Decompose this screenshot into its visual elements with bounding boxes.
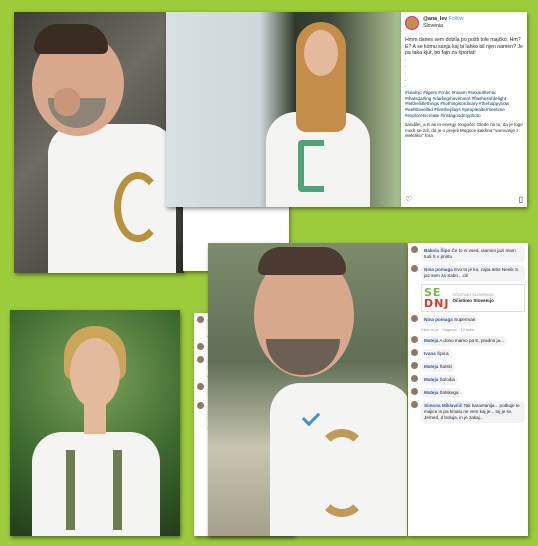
comment-meta: Všeč mi je · Odgovori · 10 tedni <box>421 328 475 332</box>
comment-text: Špica <box>437 351 449 356</box>
follow-button[interactable]: Follow <box>449 16 464 22</box>
avatar <box>197 402 204 409</box>
comment: Bakola Šipo Če to ni vsed, uiamon jazi m… <box>411 246 525 262</box>
comment-bubble: Bakola Šipo Če to ni vsed, uiamon jazi m… <box>421 246 525 262</box>
hair <box>34 24 108 54</box>
commenter-name[interactable]: Bakola Šipo <box>424 248 450 253</box>
comment-bubble: Mateja A dono mamo pa E, pradno ja... <box>421 336 507 346</box>
photo-man-bearded <box>14 12 184 273</box>
comment: Mateja A dono mamo pa E, pradno ja... <box>411 336 525 346</box>
avatar <box>197 343 204 350</box>
shirt-letter <box>66 450 122 530</box>
avatar <box>411 315 418 322</box>
commenter-name[interactable]: Mateja <box>424 364 438 369</box>
avatar <box>411 265 418 272</box>
sedn-letters-bottom: DNJ <box>424 297 450 310</box>
avatar <box>411 401 418 408</box>
shirt-letter <box>298 140 324 192</box>
comment: Simona Miklavčič Tak karantanija... potb… <box>411 401 525 423</box>
comment-text: Superman <box>454 317 476 322</box>
avatar <box>411 375 418 382</box>
comment-text: Šolskega <box>439 390 459 395</box>
ig-hashtags[interactable]: #sealnjc #tigers #cnbc #nixam #sexauthen… <box>405 90 523 119</box>
comment-bubble: Mateja Šolodia <box>421 375 458 385</box>
comment-bubble: Nina pomaga Superman <box>421 315 479 325</box>
commenter-name[interactable]: Nina pomaga <box>424 317 453 322</box>
avatar <box>411 246 418 253</box>
ig-reply: sandilin_a E as in energy mogoče! Glede … <box>405 121 523 139</box>
hair <box>258 247 346 275</box>
comment: Nina pomaga Evo to je ko, zajta tebe Nen… <box>411 265 525 281</box>
comment-text: A dono mamo pa E, pradno ja... <box>439 338 504 343</box>
ig-location[interactable]: Slovenia <box>423 23 464 30</box>
comment-bubble: Simona Miklavčič Tak karantanija... potb… <box>421 401 525 423</box>
face <box>70 338 120 408</box>
comment-bubble: Nina pomaga Evo to je ko, zajta tebe Nen… <box>421 265 525 281</box>
bookmark-icon[interactable]: ▯ <box>519 195 523 204</box>
comment: Nina pomaga Superman <box>411 315 525 325</box>
card-subtitle: Očistimo Slovenijo <box>452 297 494 303</box>
comment: Mateja Šolskega <box>411 388 525 398</box>
shirt-letter <box>318 429 366 517</box>
commenter-name[interactable]: Simona Miklavčič <box>424 403 462 408</box>
avatar <box>197 316 204 323</box>
link-card[interactable]: SE DNJ OČISTIMO SLOVENIJO Očistimo Slove… <box>421 284 525 312</box>
neck <box>84 404 106 434</box>
shirt-letter <box>114 172 162 242</box>
avatar <box>197 383 204 390</box>
hand <box>54 88 80 116</box>
avatar <box>411 388 418 395</box>
commenter-name[interactable]: Ivana <box>424 351 436 356</box>
commenter-name[interactable]: Nina pomaga <box>424 267 453 272</box>
ig-caption: Hmm danes sem dobila po pošti tole majčk… <box>405 37 523 57</box>
sedn-logo: SE DNJ <box>424 287 449 309</box>
ig-avatar[interactable] <box>405 16 419 30</box>
ig-username[interactable]: @ana_lev <box>423 16 447 22</box>
comment: Mateja Šolodia <box>411 375 525 385</box>
avatar <box>411 349 418 356</box>
commenter-name[interactable]: Mateja <box>424 390 438 395</box>
comment: Mateja Šolski <box>411 362 525 372</box>
fb-comments-panel-4: Bakola Šipo Če to ni vsed, uiamon jazi m… <box>408 243 528 536</box>
avatar <box>411 336 418 343</box>
photo-woman-instagram <box>166 12 401 207</box>
photo-woman-short-hair <box>10 310 180 536</box>
avatar <box>411 362 418 369</box>
ig-caption-panel: @ana_lev Follow Slovenia Hmm danes sem d… <box>401 12 527 207</box>
face <box>304 30 338 76</box>
avatar <box>197 356 204 363</box>
comment-bubble: Ivana Špica <box>421 349 452 359</box>
heart-icon[interactable]: ♡ <box>405 195 412 204</box>
ig-action-bar: ♡ ▯ <box>405 195 523 204</box>
comment-text: Šolski <box>439 364 452 369</box>
photo-man-selfie <box>208 243 407 536</box>
beard <box>266 339 340 375</box>
comment: Ivana Špica <box>411 349 525 359</box>
comment-bubble: Mateja Šolski <box>421 362 455 372</box>
comment-text: Šolodia <box>439 377 455 382</box>
ig-dots: . . . . . <box>405 56 407 90</box>
card-title: OČISTIMO SLOVENIJO <box>452 292 494 297</box>
commenter-name[interactable]: Mateja <box>424 338 438 343</box>
comment-bubble: Mateja Šolskega <box>421 388 462 398</box>
ig-header: @ana_lev Follow Slovenia <box>405 16 523 34</box>
commenter-name[interactable]: Mateja <box>424 377 438 382</box>
